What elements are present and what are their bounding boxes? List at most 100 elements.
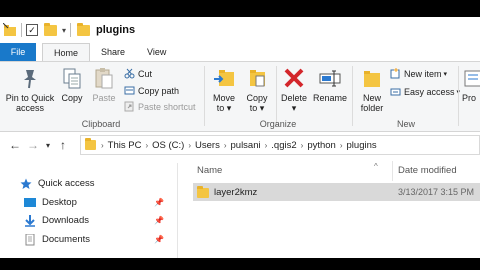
- tab-home[interactable]: Home: [42, 43, 91, 61]
- breadcrumb-qgis2[interactable]: .qgis2: [271, 140, 296, 151]
- move-to-icon: [212, 66, 236, 90]
- breadcrumb-sep[interactable]: ›: [145, 141, 148, 150]
- paste-shortcut-label: Paste shortcut: [138, 101, 196, 112]
- table-row[interactable]: layer2kmz 3/13/2017 3:15 PM: [193, 183, 480, 201]
- new-folder-label-2: folder: [360, 103, 384, 113]
- delete-dropdown-icon[interactable]: ▾: [278, 103, 310, 113]
- clipboard-group-label: Clipboard: [81, 119, 121, 129]
- breadcrumb-this-pc[interactable]: This PC: [108, 140, 142, 151]
- rename-button[interactable]: Rename: [310, 66, 350, 103]
- nav-item-label: Downloads: [42, 214, 89, 226]
- paste-shortcut-button[interactable]: Paste shortcut: [124, 101, 196, 112]
- up-arrow-icon[interactable]: ↑: [54, 138, 72, 152]
- breadcrumb-users[interactable]: Users: [195, 140, 220, 151]
- properties-quick-icon[interactable]: ✓: [26, 24, 38, 36]
- breadcrumb-sep[interactable]: ›: [265, 141, 268, 150]
- open-group: Pro: [460, 62, 480, 131]
- rename-label: Rename: [312, 93, 348, 103]
- pin-to-quick-access-button[interactable]: Pin to Quick access: [4, 66, 56, 113]
- tab-share[interactable]: Share: [90, 43, 136, 61]
- desktop-icon: [24, 197, 36, 208]
- pin-icon[interactable]: 📌: [154, 216, 164, 225]
- new-folder-label-1: New: [362, 93, 381, 103]
- organize-group: Move to ▾ Copy to ▾ Delete ▾ Rename Orga…: [206, 62, 350, 131]
- ribbon: Pin to Quick access Copy Paste Cut Copy …: [0, 61, 480, 132]
- copy-path-icon: [124, 85, 135, 96]
- pin-icon: [18, 66, 42, 90]
- copy-to-button[interactable]: Copy to ▾: [242, 66, 272, 113]
- forward-arrow-icon[interactable]: →: [24, 138, 42, 152]
- new-folder-quick-icon[interactable]: [44, 22, 57, 36]
- properties-label: Pro: [462, 93, 477, 103]
- pin-icon[interactable]: 📌: [154, 235, 164, 244]
- new-item-button[interactable]: New item ▾: [390, 68, 447, 79]
- downloads-icon: [24, 214, 36, 227]
- new-folder-button[interactable]: New folder: [356, 66, 388, 113]
- sort-chevron-up-icon: ^: [374, 162, 378, 171]
- breadcrumb-sep[interactable]: ›: [188, 141, 191, 150]
- letterbox-top: [0, 0, 480, 17]
- copy-to-label-1: Copy: [246, 93, 268, 103]
- documents-icon: [24, 233, 36, 245]
- breadcrumb-sep-root[interactable]: ›: [101, 141, 104, 150]
- paste-shortcut-icon: [124, 101, 135, 112]
- clipboard-group: Pin to Quick access Copy Paste Cut Copy …: [0, 62, 202, 131]
- nav-item-desktop[interactable]: Desktop 📌: [24, 194, 174, 210]
- cut-button[interactable]: Cut: [124, 68, 152, 79]
- address-bar[interactable]: › This PC › OS (C:) › Users › pulsani › …: [80, 135, 480, 155]
- nav-item-label: Desktop: [42, 196, 77, 208]
- folder-icon: [197, 186, 209, 198]
- breadcrumb-os-c[interactable]: OS (C:): [152, 140, 184, 151]
- organize-group-label: Organize: [259, 119, 297, 129]
- easy-access-label: Easy access: [404, 86, 455, 97]
- properties-button[interactable]: Pro: [462, 66, 480, 103]
- delete-button[interactable]: Delete ▾: [278, 66, 310, 113]
- easy-access-button[interactable]: Easy access ▾: [390, 86, 460, 97]
- folder-app-icon: [2, 22, 17, 37]
- back-arrow-icon[interactable]: ←: [6, 138, 24, 152]
- move-to-button[interactable]: Move to ▾: [208, 66, 240, 113]
- delete-x-icon: [282, 66, 306, 90]
- nav-item-documents[interactable]: Documents 📌: [24, 231, 174, 247]
- new-folder-icon: [360, 66, 384, 90]
- customize-quick-access-icon[interactable]: ▾: [62, 26, 66, 35]
- new-item-label: New item: [404, 68, 442, 79]
- copy-button[interactable]: Copy: [58, 66, 86, 103]
- breadcrumb-sep[interactable]: ›: [301, 141, 304, 150]
- copy-path-button[interactable]: Copy path: [124, 85, 179, 96]
- paste-icon: [92, 66, 116, 90]
- tab-view[interactable]: View: [136, 43, 177, 61]
- letterbox-bottom: [0, 258, 480, 270]
- breadcrumb-plugins[interactable]: plugins: [347, 140, 377, 151]
- star-icon: [20, 178, 32, 189]
- copy-path-label: Copy path: [138, 85, 180, 96]
- ribbon-separator-1: [204, 66, 205, 126]
- tab-file[interactable]: File: [0, 43, 36, 61]
- breadcrumb-pulsani[interactable]: pulsani: [231, 140, 261, 151]
- title-folder-icon: [77, 22, 91, 36]
- new-item-dropdown-icon: ▾: [443, 70, 448, 78]
- pin-label-1: Pin to Quick: [5, 93, 55, 103]
- column-separator[interactable]: [392, 161, 393, 181]
- nav-item-label: Quick access: [38, 177, 95, 189]
- new-item-icon: [390, 68, 401, 79]
- nav-item-quick-access[interactable]: Quick access: [20, 175, 170, 191]
- breadcrumb-sep[interactable]: ›: [340, 141, 343, 150]
- copy-to-label-2: to ▾: [249, 103, 265, 113]
- recent-locations-chevron-icon[interactable]: ▾: [42, 141, 54, 150]
- pin-icon[interactable]: 📌: [154, 198, 164, 207]
- cut-label: Cut: [138, 68, 153, 79]
- column-header-name[interactable]: Name: [197, 165, 222, 176]
- pin-label-2: access: [15, 103, 44, 113]
- rename-icon: [318, 66, 342, 90]
- column-header-date-modified[interactable]: Date modified: [398, 165, 457, 176]
- paste-button[interactable]: Paste: [90, 66, 118, 103]
- breadcrumb-python[interactable]: python: [307, 140, 336, 151]
- easy-access-icon: [390, 86, 401, 97]
- title-bar: ✓ ▾ plugins: [0, 17, 480, 43]
- ribbon-separator-2: [352, 66, 353, 126]
- breadcrumb-sep[interactable]: ›: [224, 141, 227, 150]
- nav-item-downloads[interactable]: Downloads 📌: [24, 212, 174, 228]
- file-name: layer2kmz: [214, 186, 258, 198]
- properties-icon: [462, 66, 480, 90]
